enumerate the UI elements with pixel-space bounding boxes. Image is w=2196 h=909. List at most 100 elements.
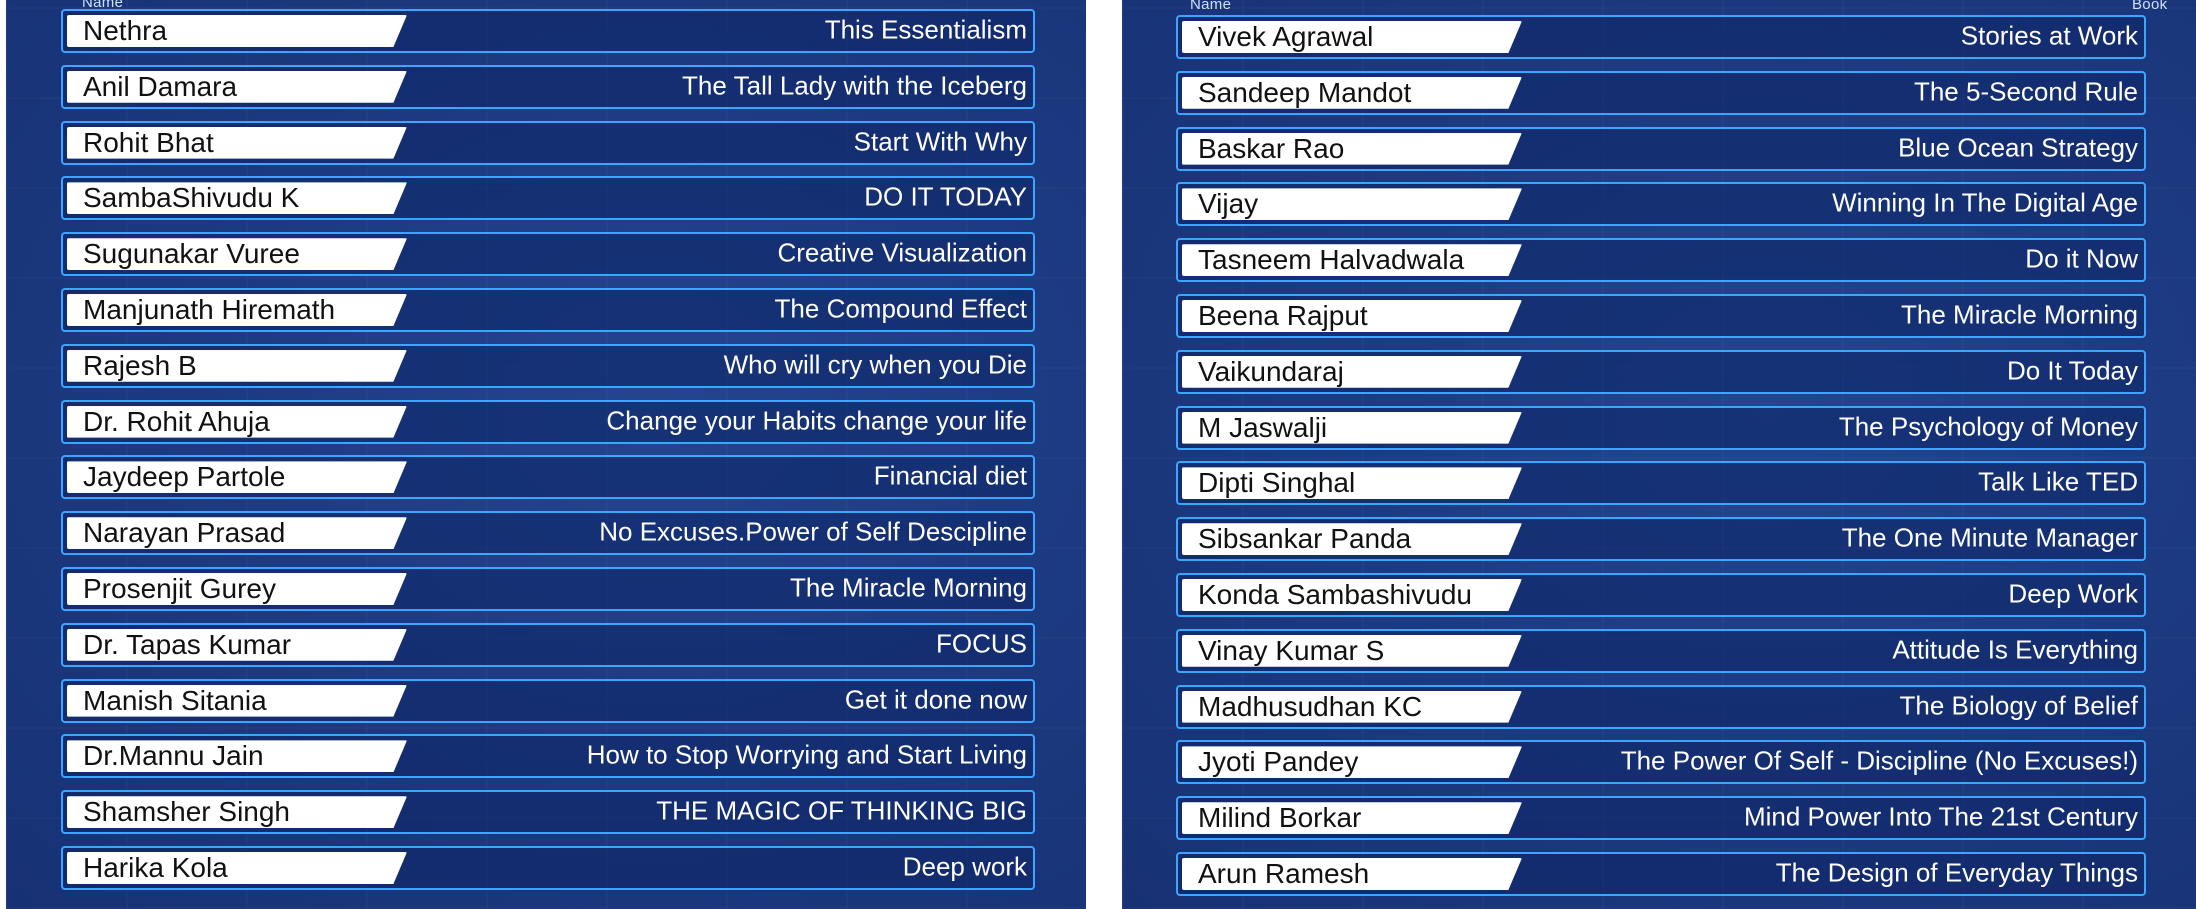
table-row: Vaikundaraj Do It Today: [1176, 349, 2146, 394]
table-row: Milind Borkar Mind Power Into The 21st Ce…: [1176, 796, 2146, 841]
book-title: Financial diet: [873, 460, 1027, 491]
participant-name: Jaydeep Partole: [83, 461, 286, 493]
table-row: Shamsher Singh THE MAGIC OF THINKING BIG: [61, 790, 1035, 835]
table-row: Sandeep Mandot The 5-Second Rule: [1176, 70, 2146, 115]
participant-name: Rohit Bhat: [83, 126, 214, 158]
left-panel: Name Nethra This Essentialism Anil Damara T…: [6, 0, 1086, 909]
participant-name: Vivek Agrawal: [1198, 21, 1374, 52]
table-row: Vivek Agrawal Stories at Work: [1176, 15, 2146, 59]
book-title: This Essentialism: [824, 14, 1027, 45]
participant-name: Jyoti Pandey: [1198, 746, 1359, 778]
book-title: Start With Why: [853, 125, 1027, 156]
table-row: Nethra This Essentialism: [61, 9, 1035, 53]
participant-name: Dipti Singhal: [1198, 467, 1356, 499]
book-title: The Biology of Belief: [1899, 689, 2138, 720]
book-title: FOCUS: [936, 628, 1027, 659]
table-row: Harika Kola Deep work: [61, 846, 1035, 890]
book-title: THE MAGIC OF THINKING BIG: [656, 795, 1027, 826]
book-title: The One Minute Manager: [1841, 522, 2138, 553]
table-row: Rajesh B Who will cry when you Die: [61, 343, 1035, 388]
book-title: Deep work: [902, 851, 1027, 882]
participant-name: Sibsankar Panda: [1198, 523, 1412, 555]
table-row: Dr. Tapas Kumar FOCUS: [61, 622, 1035, 667]
book-title: DO IT TODAY: [864, 181, 1027, 212]
book-title: Change your Habits change your life: [606, 404, 1027, 435]
right-panel: Name Book Vivek Agrawal Stories at Work Sa…: [1122, 0, 2196, 909]
book-title: Do It Today: [2006, 355, 2138, 386]
book-title: Mind Power Into The 21st Century: [1743, 801, 2138, 832]
participant-name: Milind Borkar: [1198, 802, 1362, 834]
table-row: Manjunath Hiremath The Compound Effect: [61, 288, 1035, 332]
book-title: Get it done now: [844, 683, 1027, 714]
book-title: The Miracle Morning: [790, 572, 1027, 603]
table-row: Dr.Mannu Jain How to Stop Worrying and St…: [61, 734, 1035, 779]
participant-name: Dr. Rohit Ahuja: [83, 405, 270, 437]
participant-name: Vaikundaraj: [1198, 355, 1344, 387]
participant-name: Manjunath Hiremath: [83, 294, 336, 325]
table-row: Baskar Rao Blue Ocean Strategy: [1176, 126, 2146, 171]
table-row: Arun Ramesh The Design of Everyday Things: [1176, 852, 2146, 896]
participant-name: Sandeep Mandot: [1198, 76, 1412, 108]
book-title: No Excuses.Power of Self Descipline: [599, 516, 1027, 547]
participant-name: Tasneem Halvadwala: [1198, 244, 1465, 276]
participant-name: Arun Ramesh: [1198, 858, 1370, 889]
table-row: Prosenjit Gurey The Miracle Morning: [61, 567, 1035, 611]
book-title: The Tall Lady with the Iceberg: [682, 70, 1027, 101]
table-row: Anil Damara The Tall Lady with the Iceber…: [61, 64, 1035, 109]
table-row: Vijay Winning In The Digital Age: [1176, 182, 2146, 227]
table-row: Madhusudhan KC The Biology of Belief: [1176, 684, 2146, 729]
participant-name: Harika Kola: [83, 852, 228, 883]
participant-name: Sugunakar Vuree: [83, 238, 300, 270]
table-row: Vinay Kumar S Attitude Is Everything: [1176, 628, 2146, 673]
book-title: How to Stop Worrying and Start Living: [586, 739, 1027, 770]
table-row: Sibsankar Panda The One Minute Manager: [1176, 517, 2146, 562]
table-row: Dr. Rohit Ahuja Change your Habits change…: [61, 399, 1035, 444]
book-title: Who will cry when you Die: [723, 349, 1027, 380]
book-title: The 5-Second Rule: [1913, 76, 2138, 107]
book-title: The Power Of Self - Discipline (No Excus…: [1620, 745, 2138, 776]
table-row: Jaydeep Partole Financial diet: [61, 455, 1035, 500]
table-row: Jyoti Pandey The Power Of Self - Discipli…: [1176, 740, 2146, 785]
book-title: Stories at Work: [1960, 20, 2138, 51]
book-title: Creative Visualization: [777, 237, 1027, 268]
participant-name: Dr. Tapas Kumar: [83, 628, 292, 660]
book-title: Attitude Is Everything: [1892, 634, 2138, 665]
participant-name: Anil Damara: [83, 70, 238, 102]
participant-name: Shamsher Singh: [83, 796, 291, 828]
table-row: Rohit Bhat Start With Why: [61, 120, 1035, 165]
participant-name: Beena Rajput: [1198, 300, 1368, 331]
book-title: The Psychology of Money: [1838, 410, 2138, 441]
table-row: Konda Sambashivudu Deep Work: [1176, 573, 2146, 617]
participant-name: Narayan Prasad: [83, 517, 286, 549]
participant-name: Baskar Rao: [1198, 132, 1345, 164]
book-title: Blue Ocean Strategy: [1898, 131, 2138, 162]
participant-name: Rajesh B: [83, 349, 197, 381]
participant-name: SambaShivudu K: [83, 182, 300, 214]
table-row: Sugunakar Vuree Creative Visualization: [61, 232, 1035, 277]
book-title: Do it Now: [2025, 243, 2138, 274]
book-title: Deep Work: [2008, 578, 2138, 609]
participant-name: Manish Sitania: [83, 684, 267, 716]
name-column-header: Name: [1190, 0, 1232, 13]
book-title: Winning In The Digital Age: [1832, 187, 2138, 218]
table-row: Beena Rajput The Miracle Morning: [1176, 294, 2146, 338]
table-row: Tasneem Halvadwala Do it Now: [1176, 238, 2146, 283]
participant-name: Dr.Mannu Jain: [83, 740, 264, 772]
table-row: Narayan Prasad No Excuses.Power of Self D…: [61, 511, 1035, 556]
participant-name: Nethra: [83, 15, 168, 46]
book-title: Talk Like TED: [1978, 466, 2138, 497]
table-row: Manish Sitania Get it done now: [61, 678, 1035, 723]
book-column-header: Book: [2132, 0, 2168, 13]
participant-name: Konda Sambashivudu: [1198, 579, 1472, 610]
participant-name: Vijay: [1198, 188, 1259, 220]
book-title: The Miracle Morning: [1901, 299, 2138, 330]
book-title: The Design of Everyday Things: [1775, 857, 2138, 888]
book-title: The Compound Effect: [774, 293, 1027, 324]
table-row: M Jaswalji The Psychology of Money: [1176, 405, 2146, 450]
table-row: Dipti Singhal Talk Like TED: [1176, 461, 2146, 506]
participant-name: Madhusudhan KC: [1198, 690, 1423, 722]
participant-name: Prosenjit Gurey: [83, 573, 276, 604]
participant-name: M Jaswalji: [1198, 411, 1328, 443]
table-row: SambaShivudu K DO IT TODAY: [61, 176, 1035, 221]
participant-name: Vinay Kumar S: [1198, 634, 1385, 666]
